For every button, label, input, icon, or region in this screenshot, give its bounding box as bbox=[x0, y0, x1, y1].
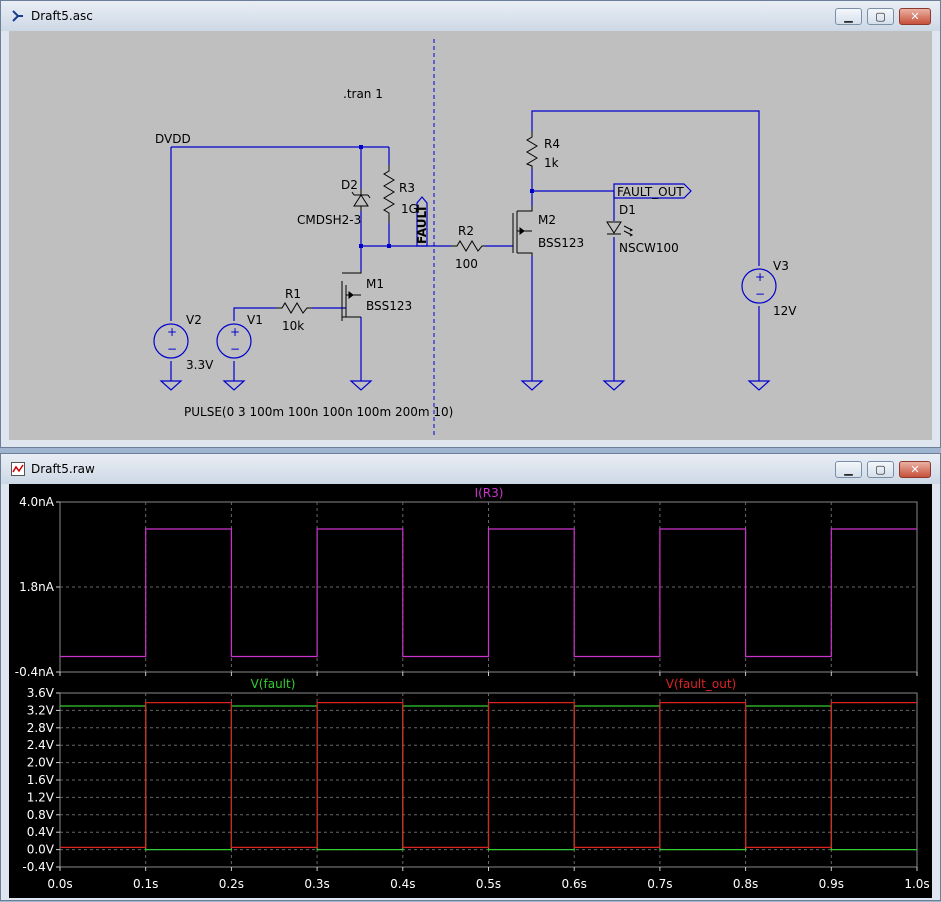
v3-value: 12V bbox=[773, 304, 797, 318]
waveform-window[interactable]: Draft5.raw ▁ ▢ ✕ 4.0nA 1.8nA -0.4nA I(R3) … bbox=[0, 453, 941, 901]
x-tick-label: 0.3s bbox=[304, 877, 329, 891]
net-fault-out-label: FAULT_OUT bbox=[617, 185, 684, 199]
x-tick-label: 0.4s bbox=[390, 877, 415, 891]
schematic-window-title: Draft5.asc bbox=[31, 9, 93, 23]
maximize-button[interactable]: ▢ bbox=[867, 8, 894, 25]
y-tick-label: 3.6V bbox=[27, 686, 55, 700]
svg-text:+: + bbox=[230, 325, 240, 339]
maximize-icon: ▢ bbox=[875, 10, 886, 23]
waveform-titlebar[interactable]: Draft5.raw ▁ ▢ ✕ bbox=[1, 454, 940, 484]
trace-label-v-fault-out[interactable]: V(fault_out) bbox=[666, 677, 736, 691]
d1-value: NSCW100 bbox=[619, 241, 679, 255]
svg-text:−: − bbox=[755, 287, 765, 301]
r1-name: R1 bbox=[285, 287, 301, 301]
v1-name: V1 bbox=[247, 313, 263, 327]
r1-value: 10k bbox=[282, 319, 304, 333]
y-tick-label: 2.8V bbox=[27, 721, 55, 735]
y-tick-label: 1.8nA bbox=[19, 580, 55, 594]
maximize-button[interactable]: ▢ bbox=[867, 461, 894, 478]
y-tick-label: -0.4nA bbox=[15, 665, 55, 679]
close-button[interactable]: ✕ bbox=[899, 461, 931, 478]
close-icon: ✕ bbox=[910, 463, 920, 476]
y-tick-label: 0.4V bbox=[27, 825, 55, 839]
d1-name: D1 bbox=[619, 203, 636, 217]
d2-value: CMDSH2-3 bbox=[297, 213, 361, 227]
y-tick-label: 0.0V bbox=[27, 843, 55, 857]
schematic-canvas[interactable]: + − + − + − FAULT FAULT_OUT .tran 1 DVDD… bbox=[9, 31, 932, 440]
svg-text:+: + bbox=[167, 325, 177, 339]
y-tick-label: 3.2V bbox=[27, 703, 55, 717]
x-tick-label: 1.0s bbox=[904, 877, 929, 891]
m1-value: BSS123 bbox=[366, 299, 412, 313]
trace-label-i-r3[interactable]: I(R3) bbox=[475, 486, 504, 500]
tran-directive[interactable]: .tran 1 bbox=[343, 87, 383, 101]
close-icon: ✕ bbox=[910, 10, 920, 23]
y-tick-label: 0.8V bbox=[27, 808, 55, 822]
waveform-app-icon bbox=[11, 462, 25, 476]
r3-name: R3 bbox=[399, 181, 415, 195]
x-tick-label: 0.0s bbox=[47, 877, 72, 891]
y-tick-label: 4.0nA bbox=[19, 495, 55, 509]
x-tick-label: 0.8s bbox=[733, 877, 758, 891]
pulse-spec[interactable]: PULSE(0 3 100m 100n 100n 100m 200m 10) bbox=[184, 405, 453, 419]
m2-name: M2 bbox=[538, 213, 556, 227]
waveform-window-title: Draft5.raw bbox=[31, 462, 95, 476]
minimize-button[interactable]: ▁ bbox=[835, 461, 862, 478]
m2-value: BSS123 bbox=[538, 236, 584, 250]
schematic-window[interactable]: Draft5.asc ▁ ▢ ✕ + − + − + − FAULT FAULT… bbox=[0, 0, 941, 448]
svg-text:−: − bbox=[230, 342, 240, 356]
r4-name: R4 bbox=[544, 137, 560, 151]
r3-value: 1G bbox=[401, 202, 418, 216]
y-tick-label: -0.4V bbox=[22, 860, 54, 874]
y-tick-label: 1.6V bbox=[27, 773, 55, 787]
y-tick-label: 2.4V bbox=[27, 738, 55, 752]
schematic-drawing[interactable]: +− +− +− FAULT FAULT_OUT .tran 1 DVDD D2… bbox=[9, 31, 932, 440]
m1-name: M1 bbox=[366, 277, 384, 291]
waveform-plot[interactable]: 4.0nA 1.8nA -0.4nA I(R3) 3.6V 3.2V 2.8V 2.4V 2… bbox=[9, 484, 932, 898]
v3-name: V3 bbox=[773, 259, 789, 273]
minimize-icon: ▁ bbox=[844, 463, 853, 476]
x-tick-label: 0.1s bbox=[133, 877, 158, 891]
plot-area[interactable]: 4.0nA 1.8nA -0.4nA I(R3) 3.6V 3.2V 2.8V 2.4V 2… bbox=[9, 484, 932, 898]
schematic-app-icon bbox=[12, 10, 23, 22]
x-tick-label: 0.2s bbox=[219, 877, 244, 891]
r2-value: 100 bbox=[455, 257, 478, 271]
r2-name: R2 bbox=[458, 224, 474, 238]
v2-value: 3.3V bbox=[186, 358, 214, 372]
y-tick-label: 1.2V bbox=[27, 790, 55, 804]
maximize-icon: ▢ bbox=[875, 463, 886, 476]
minimize-button[interactable]: ▁ bbox=[835, 8, 862, 25]
v2-name: V2 bbox=[186, 313, 202, 327]
close-button[interactable]: ✕ bbox=[899, 8, 931, 25]
d2-name: D2 bbox=[341, 178, 358, 192]
x-tick-label: 0.7s bbox=[647, 877, 672, 891]
minimize-icon: ▁ bbox=[844, 10, 853, 23]
r4-value: 1k bbox=[544, 156, 559, 170]
trace-label-v-fault[interactable]: V(fault) bbox=[251, 677, 296, 691]
svg-text:+: + bbox=[755, 270, 765, 284]
svg-text:−: − bbox=[167, 342, 177, 356]
x-tick-label: 0.9s bbox=[819, 877, 844, 891]
schematic-titlebar[interactable]: Draft5.asc ▁ ▢ ✕ bbox=[1, 1, 940, 31]
x-tick-label: 0.6s bbox=[562, 877, 587, 891]
x-tick-label: 0.5s bbox=[476, 877, 501, 891]
net-dvdd-label: DVDD bbox=[155, 132, 191, 146]
y-tick-label: 2.0V bbox=[27, 756, 55, 770]
